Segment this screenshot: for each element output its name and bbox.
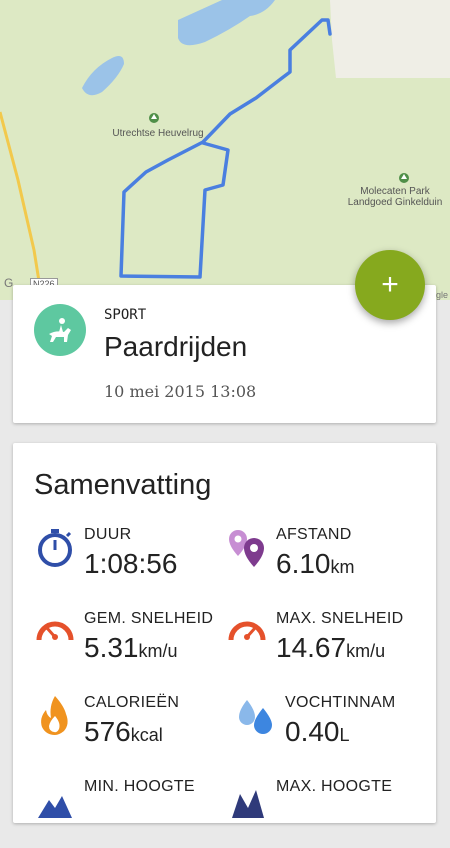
map-label-heuvelrug: Utrechtse Heuvelrug (112, 128, 204, 139)
summary-title: Samenvatting (34, 469, 212, 501)
route-line (119, 18, 332, 279)
horse-riding-icon (49, 318, 71, 342)
google-logo-right: gle (436, 290, 449, 300)
stat-label: VOCHTINNAM (285, 694, 396, 711)
flame-icon (41, 696, 68, 735)
altitude-min-icon (38, 796, 72, 818)
stopwatch-icon (38, 529, 72, 567)
lake (82, 56, 124, 96)
urban-area (330, 0, 450, 78)
google-logo-left: G (4, 276, 14, 290)
stat-max-altitude: MAX. HOOGTE (226, 778, 426, 848)
stat-label: CALORIEËN (84, 694, 180, 711)
sport-badge (34, 304, 86, 356)
stat-water-intake: VOCHTINNAM 0.40L (235, 694, 435, 764)
stat-value: 14.67km/u (276, 632, 386, 663)
stat-label: GEM. SNELHEID (84, 610, 214, 627)
stat-label: DUUR (84, 526, 132, 543)
water-drops-icon (239, 700, 272, 734)
summary-card: Samenvatting DUUR 1:08:56 AFSTAND 6.10km… (13, 443, 436, 823)
stat-min-altitude: MIN. HOOGTE (34, 778, 234, 848)
park-marker-icon (149, 113, 159, 123)
park-marker-icon (399, 173, 409, 183)
add-button[interactable]: + (355, 250, 425, 320)
map-label-molecaten: Molecaten Park Landgoed Ginkelduin (347, 186, 443, 208)
stat-value: 6.10km (276, 548, 355, 579)
road-n226 (0, 111, 44, 300)
plus-icon: + (381, 268, 399, 301)
stat-duration: DUUR 1:08:56 (34, 526, 234, 596)
stat-label: AFSTAND (276, 526, 352, 543)
lake (178, 0, 275, 46)
stat-label: MAX. SNELHEID (276, 610, 404, 627)
stat-value: 5.31km/u (84, 632, 178, 663)
stat-max-speed: MAX. SNELHEID 14.67km/u (226, 610, 426, 680)
sport-name: Paardrijden (104, 331, 248, 362)
stat-value: 576kcal (84, 716, 163, 747)
speedometer-max-icon (228, 621, 266, 641)
altitude-max-icon (232, 790, 264, 818)
stat-value: 0.40L (285, 716, 350, 747)
sport-date: 10 mei 2015 13:08 (104, 382, 257, 401)
stat-label: MIN. HOOGTE (84, 778, 195, 795)
stat-distance: AFSTAND 6.10km (226, 526, 426, 596)
sport-kicker: SPORT (104, 307, 147, 323)
speedometer-icon (36, 621, 74, 641)
stat-avg-speed: GEM. SNELHEID 5.31km/u (34, 610, 234, 680)
stat-value: 1:08:56 (84, 548, 178, 579)
location-pins-icon (229, 530, 264, 567)
stat-label: MAX. HOOGTE (276, 778, 393, 795)
stat-calories: CALORIEËN 576kcal (34, 694, 234, 764)
